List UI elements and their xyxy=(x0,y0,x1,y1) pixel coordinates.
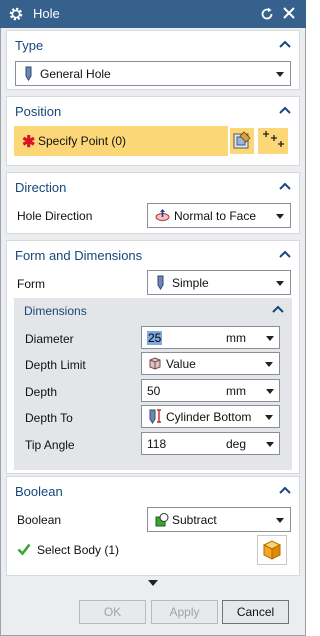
apply-button[interactable]: Apply xyxy=(151,600,218,624)
point-dialog-button[interactable] xyxy=(258,128,288,154)
direction-section-title: Direction xyxy=(15,180,67,195)
depth-label: Depth xyxy=(25,385,58,399)
value-icon xyxy=(149,357,161,370)
type-section-header[interactable]: Type xyxy=(7,31,299,59)
depth-value[interactable]: 50 xyxy=(147,384,160,398)
chevron-down-icon xyxy=(265,362,273,367)
chevron-down-icon xyxy=(276,518,284,523)
simple-hole-icon xyxy=(157,275,164,290)
depth-limit-label: Depth Limit xyxy=(25,358,86,372)
hole-type-dropdown[interactable]: General Hole xyxy=(15,61,291,86)
tip-angle-unit: deg xyxy=(226,437,247,451)
more-options-icon[interactable] xyxy=(148,580,158,586)
required-star-icon: ✱ xyxy=(22,134,36,151)
chevron-up-icon[interactable] xyxy=(279,486,291,494)
general-hole-icon xyxy=(25,66,32,81)
depth-to-label: Depth To xyxy=(25,411,73,425)
hole-type-value: General Hole xyxy=(40,67,111,81)
depth-to-dropdown[interactable]: Cylinder Bottom xyxy=(141,405,280,428)
direction-section: Direction Hole Direction Normal to Face xyxy=(6,172,300,234)
chevron-up-icon[interactable] xyxy=(272,305,284,313)
hole-direction-value: Normal to Face xyxy=(174,209,257,223)
diameter-value[interactable]: 25 xyxy=(147,331,163,345)
dimensions-header[interactable]: Dimensions xyxy=(14,298,292,322)
chevron-down-icon[interactable] xyxy=(266,442,274,447)
chevron-down-icon xyxy=(276,72,284,77)
normal-to-face-icon xyxy=(155,209,170,221)
boolean-section: Boolean Boolean Subtract Select Body (1) xyxy=(6,476,300,576)
form-section-header[interactable]: Form and Dimensions xyxy=(7,241,299,269)
diameter-unit: mm xyxy=(226,331,246,345)
checkmark-icon xyxy=(17,543,31,556)
hole-direction-label: Hole Direction xyxy=(17,209,93,223)
boolean-value: Subtract xyxy=(172,513,217,527)
position-section-title: Position xyxy=(15,104,62,119)
tip-angle-value[interactable]: 118 xyxy=(147,437,166,451)
depth-field[interactable]: 50 mm xyxy=(141,379,280,402)
close-icon[interactable] xyxy=(282,6,296,20)
specify-point-label: Specify Point (0) xyxy=(38,134,127,148)
chevron-down-icon xyxy=(265,415,273,420)
boolean-section-title: Boolean xyxy=(15,484,63,499)
type-section-title: Type xyxy=(15,38,44,53)
diameter-label: Diameter xyxy=(25,332,74,346)
position-section-header[interactable]: Position xyxy=(7,97,299,125)
form-value: Simple xyxy=(172,276,209,290)
diameter-value-wrap: 25 xyxy=(147,331,163,345)
depth-to-value: Cylinder Bottom xyxy=(166,410,252,424)
direction-section-header[interactable]: Direction xyxy=(7,173,299,201)
dimensions-title: Dimensions xyxy=(24,304,87,318)
select-body-button[interactable] xyxy=(257,535,287,565)
chevron-up-icon[interactable] xyxy=(279,106,291,114)
depth-unit: mm xyxy=(226,384,246,398)
subtract-icon xyxy=(155,513,169,527)
specify-point-row[interactable]: ✱ Specify Point (0) xyxy=(14,126,228,156)
form-label: Form xyxy=(17,277,45,291)
sketch-icon xyxy=(233,131,251,149)
sketch-section-button[interactable] xyxy=(230,128,254,154)
hole-direction-dropdown[interactable]: Normal to Face xyxy=(147,203,291,228)
chevron-down-icon xyxy=(276,281,284,286)
tip-angle-label: Tip Angle xyxy=(25,438,75,452)
reset-icon[interactable] xyxy=(260,7,274,21)
chevron-down-icon[interactable] xyxy=(266,389,274,394)
window-title: Hole xyxy=(33,6,60,21)
chevron-down-icon xyxy=(276,214,284,219)
chevron-up-icon[interactable] xyxy=(279,182,291,190)
chevron-up-icon[interactable] xyxy=(279,250,291,258)
tip-angle-field[interactable]: 118 deg xyxy=(141,432,280,455)
diameter-field[interactable]: 25 mm xyxy=(141,326,280,349)
depth-limit-value: Value xyxy=(166,357,196,371)
ok-button[interactable]: OK xyxy=(79,600,146,624)
form-dropdown[interactable]: Simple xyxy=(147,270,291,295)
point-constructor-icon xyxy=(263,131,284,147)
gear-icon[interactable] xyxy=(8,6,24,22)
title-bar: Hole xyxy=(0,0,306,28)
boolean-label: Boolean xyxy=(17,513,62,527)
chevron-down-icon[interactable] xyxy=(266,336,274,341)
cylinder-bottom-icon xyxy=(149,409,161,424)
solid-body-icon xyxy=(262,540,282,560)
boolean-dropdown[interactable]: Subtract xyxy=(147,507,291,532)
select-body-label[interactable]: Select Body (1) xyxy=(37,543,119,557)
chevron-up-icon[interactable] xyxy=(279,40,291,48)
boolean-section-header[interactable]: Boolean xyxy=(7,477,299,505)
form-section-title: Form and Dimensions xyxy=(15,248,143,263)
depth-limit-dropdown[interactable]: Value xyxy=(141,352,280,375)
type-section: Type General Hole xyxy=(6,30,300,90)
cancel-button[interactable]: Cancel xyxy=(222,600,289,624)
